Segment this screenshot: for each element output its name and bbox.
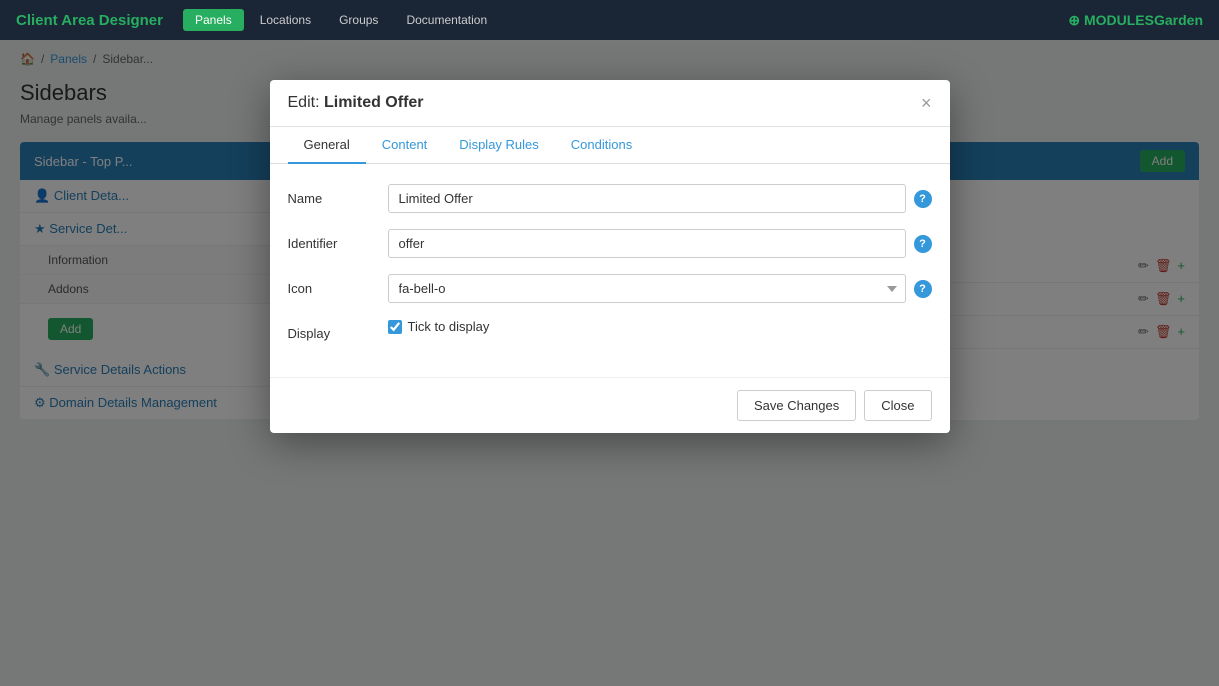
save-changes-button[interactable]: Save Changes — [737, 390, 856, 421]
modal-header: Edit: Limited Offer × — [270, 80, 950, 127]
modal-title: Edit: Limited Offer — [288, 94, 424, 112]
nav-item-locations[interactable]: Locations — [248, 9, 323, 31]
modal-footer: Save Changes Close — [270, 377, 950, 433]
tab-content[interactable]: Content — [366, 127, 444, 164]
identifier-label: Identifier — [288, 229, 388, 251]
identifier-input[interactable] — [388, 229, 906, 258]
top-nav: Client Area Designer Panels Locations Gr… — [0, 0, 1219, 40]
display-checkbox-label: Tick to display — [408, 319, 490, 334]
icon-control-wrap: fa-bell-ofa-starfa-userfa-homefa-cog ? — [388, 274, 932, 303]
modal-tabs: General Content Display Rules Conditions — [270, 127, 950, 164]
display-checkbox-wrap: Tick to display — [388, 319, 490, 334]
name-row: Name ? — [288, 184, 932, 213]
icon-label: Icon — [288, 274, 388, 296]
modal-overlay: Edit: Limited Offer × General Content Di… — [0, 40, 1219, 686]
tab-conditions[interactable]: Conditions — [555, 127, 648, 164]
identifier-control-wrap: ? — [388, 229, 932, 258]
display-checkbox[interactable] — [388, 320, 402, 334]
close-button[interactable]: Close — [864, 390, 931, 421]
modal-body: Name ? Identifier ? Icon — [270, 164, 950, 377]
name-label: Name — [288, 184, 388, 206]
icon-help-icon[interactable]: ? — [914, 280, 932, 298]
app-brand: Client Area Designer — [16, 12, 163, 29]
name-help-icon[interactable]: ? — [914, 190, 932, 208]
nav-items: Panels Locations Groups Documentation — [183, 9, 499, 31]
nav-item-documentation[interactable]: Documentation — [394, 9, 499, 31]
content-area: 🏠 / Panels / Sidebar... Sidebars Manage … — [0, 40, 1219, 686]
app-logo: ⊕ MODULESGarden — [1068, 12, 1203, 29]
modal-dialog: Edit: Limited Offer × General Content Di… — [270, 80, 950, 433]
icon-select[interactable]: fa-bell-ofa-starfa-userfa-homefa-cog — [388, 274, 906, 303]
tab-general[interactable]: General — [288, 127, 366, 164]
icon-row: Icon fa-bell-ofa-starfa-userfa-homefa-co… — [288, 274, 932, 303]
modal-close-button[interactable]: × — [921, 94, 932, 112]
name-control-wrap: ? — [388, 184, 932, 213]
identifier-help-icon[interactable]: ? — [914, 235, 932, 253]
logo-icon: ⊕ — [1068, 12, 1080, 28]
tab-display-rules[interactable]: Display Rules — [443, 127, 554, 164]
nav-item-panels[interactable]: Panels — [183, 9, 244, 31]
display-control-wrap: Tick to display — [388, 319, 932, 334]
name-input[interactable] — [388, 184, 906, 213]
display-row: Display Tick to display — [288, 319, 932, 341]
identifier-row: Identifier ? — [288, 229, 932, 258]
display-label: Display — [288, 319, 388, 341]
nav-item-groups[interactable]: Groups — [327, 9, 390, 31]
